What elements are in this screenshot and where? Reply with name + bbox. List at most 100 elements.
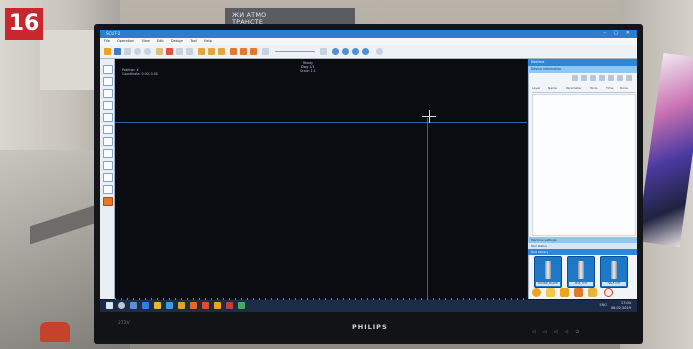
text-tool-icon[interactable] [103, 125, 113, 134]
pointer-tool-icon[interactable] [103, 65, 113, 74]
col-tools: Tools [590, 86, 598, 90]
mirror-tool-icon[interactable] [103, 161, 113, 170]
menu-view[interactable]: View [142, 39, 150, 43]
horizontal-guide [115, 122, 527, 123]
panel-header: Machine [528, 59, 637, 66]
zoom-in-icon[interactable] [332, 48, 339, 55]
menu-file[interactable]: File [104, 39, 110, 43]
task-view-icon[interactable] [130, 302, 137, 309]
curve-icon[interactable] [218, 48, 225, 55]
window-controls[interactable]: – ▢ ✕ [603, 30, 633, 36]
monitor-screen: SCUT-2 – ▢ ✕ File Operation View Edit De… [100, 30, 637, 312]
home-icon[interactable] [560, 288, 569, 297]
pan-icon[interactable] [362, 48, 369, 55]
app-titlebar: SCUT-2 – ▢ ✕ [100, 30, 637, 38]
menu-edit[interactable]: Edit [157, 39, 164, 43]
blade-icon [545, 261, 551, 279]
start-menu-icon[interactable] [106, 302, 113, 309]
open-file-icon[interactable] [114, 48, 121, 55]
array-tool-icon[interactable] [103, 173, 113, 182]
tool-library-header: Tool Library [528, 249, 637, 255]
draw-icon[interactable] [198, 48, 205, 55]
menu-operation[interactable]: Operation [117, 39, 134, 43]
measure-icon[interactable] [262, 48, 269, 55]
cut-icon[interactable] [230, 48, 237, 55]
panel-table-header: Layer Name Parameter Tools Time Done [532, 86, 636, 93]
panel-subheader: Device information [528, 66, 637, 73]
panel-down-icon[interactable] [599, 75, 605, 81]
vacuum-icon[interactable] [588, 288, 597, 297]
menu-help[interactable]: Help [204, 39, 212, 43]
file-explorer-icon[interactable] [154, 302, 161, 309]
edge-browser-icon[interactable] [142, 302, 149, 309]
zoom-fit-icon[interactable] [352, 48, 359, 55]
toolbar [100, 45, 637, 59]
delete-icon[interactable] [166, 48, 173, 55]
left-toolbar [100, 59, 115, 299]
redo-icon[interactable] [144, 48, 151, 55]
tool-card-half-cut[interactable]: HALF CUT [600, 256, 628, 288]
zoom-out-icon[interactable] [342, 48, 349, 55]
stop-icon[interactable] [604, 288, 613, 297]
save-icon[interactable] [124, 48, 131, 55]
store-icon[interactable] [166, 302, 173, 309]
taskbar-clock[interactable]: 17:04 06.02.2019 [611, 301, 631, 311]
monitor-osd-buttons[interactable]: ◁ ◁ ◁ ◁ ⏻ [532, 329, 582, 335]
app-icon-2[interactable] [190, 302, 197, 309]
knife-icon[interactable] [240, 48, 247, 55]
col-name: Name [548, 86, 557, 90]
panel-add-icon[interactable] [572, 75, 578, 81]
drawing-canvas[interactable] [115, 59, 527, 299]
tool-card-round-blade[interactable]: ROUND_BLADE [534, 256, 562, 288]
col-time: Time [606, 86, 614, 90]
layers-icon[interactable] [320, 48, 327, 55]
app-icon-5[interactable] [238, 302, 245, 309]
panel-settings-icon[interactable] [608, 75, 614, 81]
menu-design[interactable]: Design [171, 39, 183, 43]
rotate-icon[interactable] [250, 48, 257, 55]
panel-refresh-icon[interactable] [617, 75, 623, 81]
node-tool-icon[interactable] [103, 77, 113, 86]
panel-close-icon[interactable] [626, 75, 632, 81]
tool-card-kiss-cut[interactable]: KISS_CUT [567, 256, 595, 288]
offset-tool-icon[interactable] [103, 149, 113, 158]
panel-up-icon[interactable] [590, 75, 596, 81]
paste-icon[interactable] [186, 48, 193, 55]
undo-icon[interactable] [134, 48, 141, 55]
tool-change-icon[interactable] [546, 288, 555, 297]
pause-icon[interactable] [574, 288, 583, 297]
panel-remove-icon[interactable] [581, 75, 587, 81]
panel-action-bar [532, 288, 636, 298]
col-parameter: Parameter [566, 86, 582, 90]
canvas-info-line2: Coordinate: 0.00, 0.00 [122, 72, 158, 76]
menu-tool[interactable]: Tool [190, 39, 197, 43]
cutter-app-icon[interactable] [214, 302, 221, 309]
panel-list[interactable] [532, 94, 636, 236]
crosshair-cursor-vertical [429, 110, 430, 123]
bezier-tool-icon[interactable] [103, 137, 113, 146]
line-icon[interactable] [208, 48, 215, 55]
line-tool-icon[interactable] [103, 89, 113, 98]
start-cut-icon[interactable] [532, 288, 541, 297]
figure-number-badge: 16 [5, 8, 43, 40]
tool-card-label: ROUND_BLADE [536, 282, 560, 286]
cut-tool-icon[interactable] [103, 197, 113, 206]
tool-card-label: HALF CUT [602, 282, 626, 286]
app-icon-4[interactable] [226, 302, 233, 309]
copy-icon[interactable] [176, 48, 183, 55]
start-icon[interactable] [376, 48, 383, 55]
canvas-status: Ready Dwg 1/1 Scale: 1:1 [300, 61, 316, 73]
app-icon-1[interactable] [178, 302, 185, 309]
circle-tool-icon[interactable] [103, 113, 113, 122]
new-file-icon[interactable] [104, 48, 111, 55]
app-icon-3[interactable] [202, 302, 209, 309]
rect-tool-icon[interactable] [103, 101, 113, 110]
monitor-model: 272V [118, 321, 130, 326]
panel-toolbar [572, 74, 636, 82]
select-icon[interactable] [156, 48, 163, 55]
col-done: Done [620, 86, 628, 90]
align-tool-icon[interactable] [103, 185, 113, 194]
canvas-info: Position: X Coordinate: 0.00, 0.00 [122, 68, 158, 76]
system-tray-language[interactable]: ENG [599, 303, 607, 307]
search-icon[interactable] [118, 302, 125, 309]
